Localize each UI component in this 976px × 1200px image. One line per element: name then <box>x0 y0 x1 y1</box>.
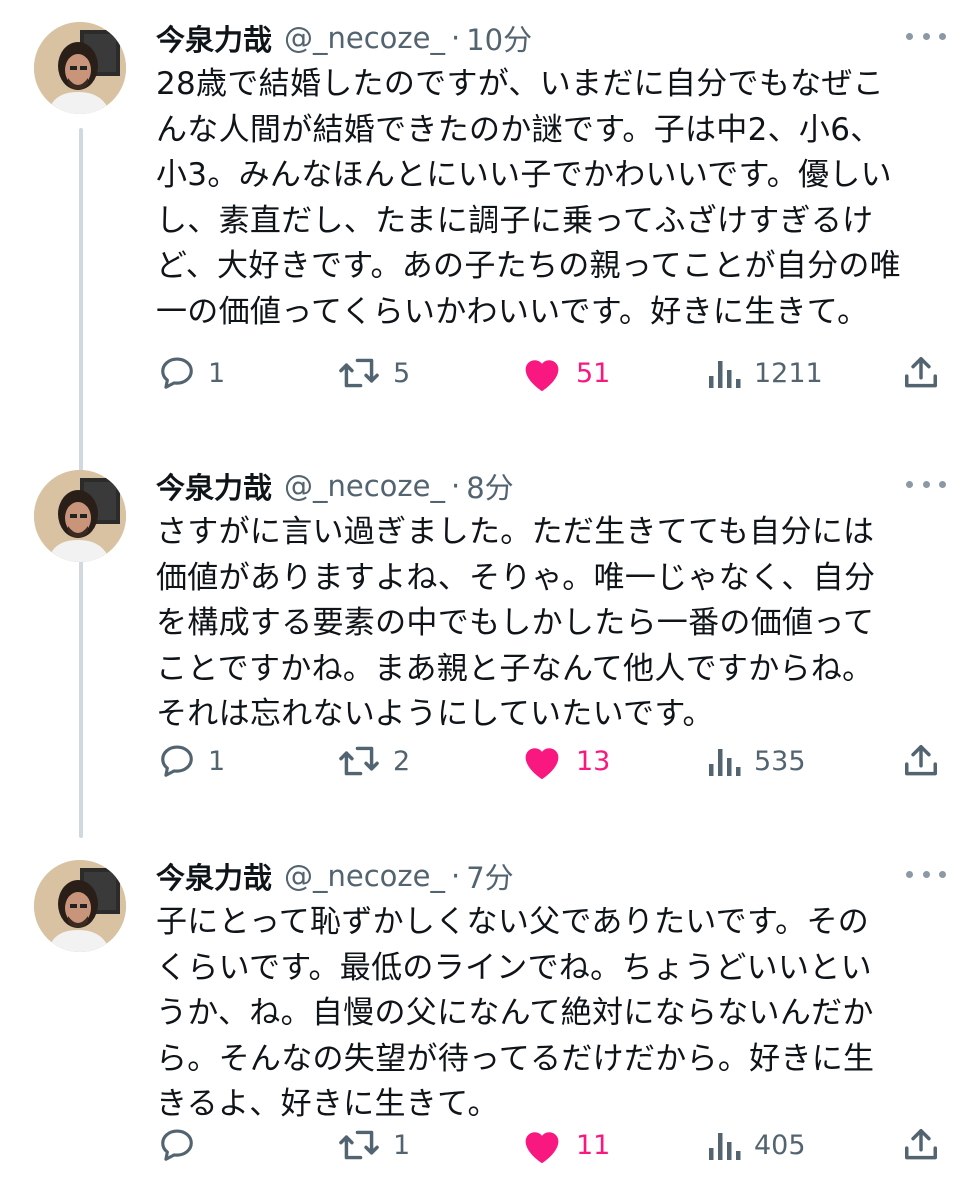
display-name[interactable]: 今泉力哉 <box>156 17 272 59</box>
separator-dot: · <box>451 469 461 503</box>
tweet-text-line: し、素直だし、たまに調子に乗ってふざけすぎるけ <box>156 202 874 239</box>
views-button[interactable]: 535 <box>706 736 806 786</box>
retweet-button[interactable]: 1 <box>337 1120 410 1170</box>
retweet-count: 1 <box>393 1129 411 1161</box>
avatar-image <box>34 22 126 114</box>
timestamp[interactable]: 10分 <box>466 17 532 59</box>
views-button[interactable]: 1211 <box>706 348 823 398</box>
reply-count: 1 <box>208 357 226 389</box>
share-button[interactable] <box>902 736 940 786</box>
avatar-image <box>34 860 126 952</box>
like-count: 51 <box>576 357 611 389</box>
share-button[interactable] <box>902 348 940 398</box>
reply-button[interactable]: 1 <box>158 348 225 398</box>
reply-button[interactable]: 1 <box>158 736 225 786</box>
avatar[interactable] <box>34 22 126 114</box>
separator-dot: · <box>451 21 461 55</box>
tweet-text: さすがに言い過ぎました。ただ生きてても自分には 価値がありますよね、そりゃ。唯一じ… <box>156 510 956 738</box>
display-name[interactable]: 今泉力哉 <box>156 465 272 507</box>
user-handle[interactable]: @_necoze_ <box>284 21 445 55</box>
tweet-text-line: ど、大好きです。あの子たちの親ってことが自分の唯 <box>156 248 901 284</box>
views-chart-icon <box>709 749 741 776</box>
user-handle[interactable]: @_necoze_ <box>284 859 445 893</box>
reply-icon <box>161 745 193 777</box>
tweet-text: 子にとって恥ずかしくない父でありたいです。その くらいです。最低のラインでね。ちょ… <box>156 900 956 1128</box>
tweet-text: 28歳で結婚したのですが、いまだに自分でもなぜこ んな人間が結婚できたのか謎です。… <box>156 62 956 335</box>
timestamp[interactable]: 8分 <box>466 465 513 507</box>
reply-count: 1 <box>208 745 226 777</box>
like-button[interactable]: 13 <box>520 736 610 786</box>
like-count: 13 <box>576 745 611 777</box>
retweet-button[interactable]: 5 <box>337 348 410 398</box>
retweet-count: 2 <box>393 745 411 777</box>
retweet-count: 5 <box>393 357 411 389</box>
action-bar: 1 5 51 1211 <box>0 348 976 398</box>
like-heart-icon <box>525 748 559 780</box>
share-button[interactable] <box>902 1120 940 1170</box>
tweet-text-line: 一の価値ってくらいかわいいです。好きに生きて。 <box>156 293 869 330</box>
reply-icon <box>161 357 193 389</box>
like-heart-icon <box>525 360 559 392</box>
tweet-text-line: んな人間が結婚できたのか謎です。子は中2、小6、 <box>156 111 882 148</box>
tweet-header: 今泉力哉 @_necoze_ · 7分 <box>156 854 514 898</box>
action-bar: 1 2 13 535 <box>0 736 976 786</box>
like-heart-icon <box>525 1132 559 1164</box>
reply-icon <box>161 1129 193 1161</box>
view-count: 535 <box>754 745 806 777</box>
like-button[interactable]: 51 <box>520 348 610 398</box>
tweet-text-line: ら。そんなの失望が待ってるだけだから。好きに生 <box>156 1040 875 1077</box>
more-dots-icon[interactable] <box>906 24 946 48</box>
tweet-text-line: 小3。みんなほんとにいい子でかわいいです。優しい <box>156 157 892 193</box>
user-handle[interactable]: @_necoze_ <box>284 469 445 503</box>
more-dots-icon[interactable] <box>906 472 946 496</box>
retweet-button[interactable]: 2 <box>337 736 410 786</box>
like-count: 11 <box>576 1129 611 1161</box>
tweet-text-line: を構成する要素の中でもしかしたら一番の価値って <box>156 605 875 641</box>
views-button[interactable]: 405 <box>706 1120 806 1170</box>
tweet-text-line: それは忘れないようにしていたいです。 <box>156 696 714 732</box>
tweet-text-line: さすがに言い過ぎました。ただ生きてても自分には <box>156 514 875 550</box>
tweet-header: 今泉力哉 @_necoze_ · 8分 <box>156 464 514 508</box>
avatar-image <box>34 470 126 562</box>
like-button[interactable]: 11 <box>520 1120 610 1170</box>
tweet-header: 今泉力哉 @_necoze_ · 10分 <box>156 16 532 60</box>
tweet-text-line: 28歳で結婚したのですが、いまだに自分でもなぜこ <box>156 66 885 102</box>
separator-dot: · <box>451 859 461 893</box>
share-upload-icon <box>905 1129 937 1160</box>
share-upload-icon <box>905 745 937 776</box>
views-chart-icon <box>709 1133 741 1160</box>
view-count: 1211 <box>754 357 823 389</box>
action-bar: 1 11 405 <box>0 1120 976 1170</box>
views-chart-icon <box>709 361 741 388</box>
tweet-text-line: 価値がありますよね、そりゃ。唯一じゃなく、自分 <box>156 559 876 596</box>
avatar[interactable] <box>34 470 126 562</box>
avatar[interactable] <box>34 860 126 952</box>
tweet-text-line: 子にとって恥ずかしくない父でありたいです。その <box>156 904 870 940</box>
retweet-icon <box>339 746 379 776</box>
tweet-text-line: うか、ね。自慢の父になんて絶対にならないんだか <box>156 995 874 1031</box>
retweet-icon <box>339 358 379 388</box>
tweet-text-line: くらいです。最低のラインでね。ちょうどいいとい <box>156 949 872 986</box>
view-count: 405 <box>754 1129 806 1161</box>
display-name[interactable]: 今泉力哉 <box>156 855 272 897</box>
timestamp[interactable]: 7分 <box>466 855 513 897</box>
tweet-text-line: ことですかね。まあ親と子なんて他人ですからね。 <box>156 650 874 687</box>
reply-button[interactable] <box>158 1120 208 1170</box>
more-dots-icon[interactable] <box>906 862 946 886</box>
retweet-icon <box>339 1130 379 1160</box>
share-upload-icon <box>905 357 937 388</box>
